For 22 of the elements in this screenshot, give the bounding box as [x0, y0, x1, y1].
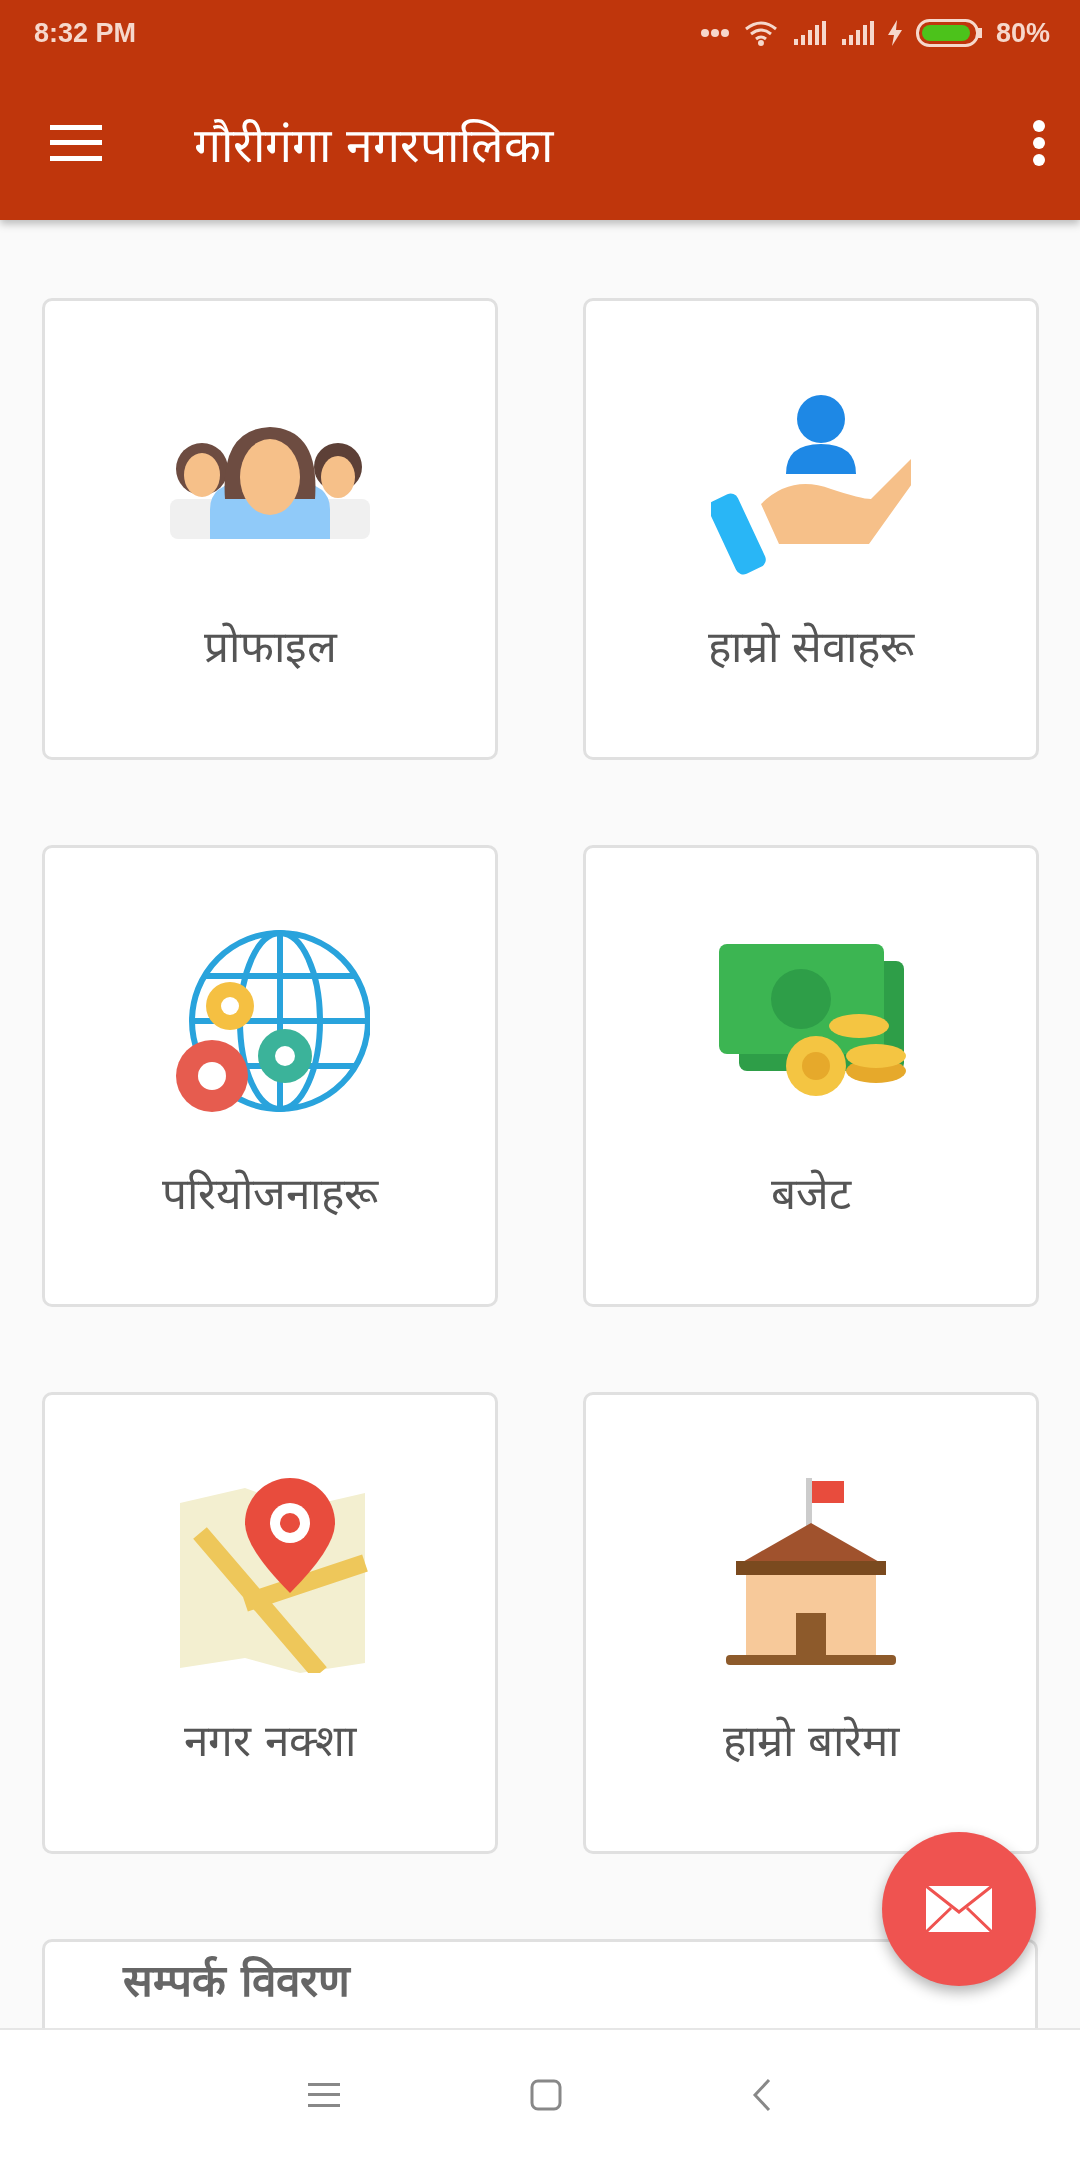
menu-tile[interactable]: परियोजनाहरू	[42, 845, 498, 1307]
home-icon[interactable]	[530, 2079, 562, 2111]
signal-icon	[791, 21, 826, 45]
envelope-icon	[926, 1886, 992, 1932]
menu-tile[interactable]: बजेट	[583, 845, 1039, 1307]
more-dots-icon	[699, 28, 730, 38]
menu-tile[interactable]: नगर नक्शा	[42, 1392, 498, 1854]
back-icon[interactable]	[752, 2078, 772, 2112]
menu-tile[interactable]: हाम्रो बारेमा	[583, 1392, 1039, 1854]
overflow-menu-icon[interactable]	[1032, 120, 1046, 166]
menu-icon[interactable]	[50, 125, 102, 161]
status-time: 8:32 PM	[34, 17, 137, 49]
menu-tile[interactable]: हाम्रो सेवाहरू	[583, 298, 1039, 760]
charging-icon	[887, 20, 902, 46]
menu-icon[interactable]	[308, 2083, 340, 2107]
app-title: गौरीगंगा नगरपालिका	[194, 115, 555, 175]
battery-icon	[915, 19, 982, 47]
battery-percent: 80%	[995, 17, 1050, 49]
menu-tile[interactable]: प्रोफाइल	[42, 298, 498, 760]
wifi-icon	[743, 20, 778, 46]
contact-heading: सम्पर्क विवरण	[123, 1954, 351, 2008]
signal-icon	[839, 21, 874, 45]
